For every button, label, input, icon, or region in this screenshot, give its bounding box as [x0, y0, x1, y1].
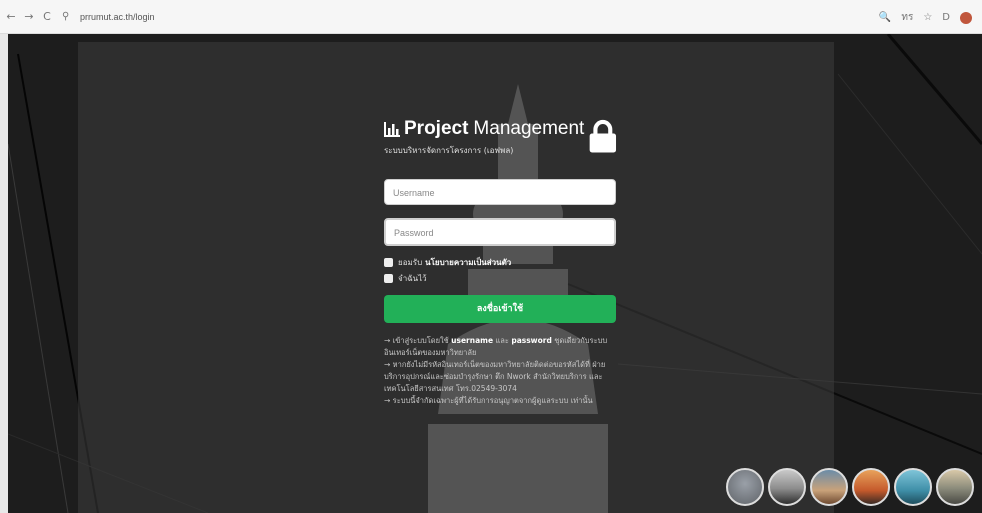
privacy-policy-link[interactable]: นโยบายความเป็นส่วนตัว [425, 256, 511, 269]
remember-me-checkbox[interactable] [384, 274, 393, 283]
address-bar[interactable]: ⚲ prrumut.ac.th/login [62, 7, 155, 27]
background-thumb-5[interactable] [894, 468, 932, 506]
background-thumb-6[interactable] [936, 468, 974, 506]
accept-policy-row: ยอมรับ นโยบายความเป็นส่วนตัว [384, 256, 618, 269]
login-notes: → เข้าสู่ระบบโดยใช้ username และ passwor… [384, 335, 620, 407]
note-1-mid: และ [495, 336, 509, 345]
star-icon[interactable]: ☆ [923, 12, 932, 23]
browser-toolbar: ← → C ⚲ prrumut.ac.th/login 🔍 ทร ☆ D [0, 0, 982, 34]
note-3: → ระบบนี้จำกัดเฉพาะผู้ที่ได้รับการอนุญาต… [384, 396, 593, 405]
login-header: Project Management ระบบบริหารจัดการโครงก… [384, 118, 618, 157]
username-input[interactable]: Username [384, 179, 616, 205]
title-rest: Management [473, 118, 585, 139]
extensions-icon[interactable]: D [942, 12, 950, 23]
login-form: Project Management ระบบบริหารจัดการโครงก… [384, 118, 618, 407]
background-thumb-1[interactable] [726, 468, 764, 506]
accept-label: ยอมรับ [398, 258, 423, 267]
title-block: Project Management ระบบบริหารจัดการโครงก… [384, 118, 584, 157]
note-1-password: password [511, 336, 552, 345]
browser-actions: 🔍 ทร ☆ D [879, 10, 972, 25]
login-page: Project Management ระบบบริหารจัดการโครงก… [8, 34, 982, 513]
note-2: → หากยังไม่มีรหัสอินเทอร์เน็ตของมหาวิทยา… [384, 360, 606, 393]
back-icon[interactable]: ← [4, 10, 18, 24]
zoom-icon[interactable]: 🔍 [879, 12, 891, 23]
profile-avatar[interactable] [960, 11, 972, 24]
background-thumb-4[interactable] [852, 468, 890, 506]
forward-icon[interactable]: → [22, 10, 36, 24]
background-thumbnails [726, 468, 974, 506]
background-thumb-3[interactable] [810, 468, 848, 506]
translate-icon[interactable]: ทร [901, 10, 913, 25]
bar-chart-icon [384, 121, 400, 137]
accept-policy-checkbox[interactable] [384, 258, 393, 267]
remember-label: จำฉันไว้ [398, 274, 427, 283]
remember-row: จำฉันไว้ [384, 272, 618, 285]
login-button[interactable]: ลงชื่อเข้าใช้ [384, 295, 616, 323]
note-1-username: username [451, 336, 494, 345]
note-1-pre: → เข้าสู่ระบบโดยใช้ [384, 336, 449, 345]
note-1: → เข้าสู่ระบบโดยใช้ username และ passwor… [384, 335, 620, 359]
title-bold: Project [404, 118, 469, 139]
password-input[interactable]: Password [384, 218, 616, 246]
background-thumb-2[interactable] [768, 468, 806, 506]
app-subtitle: ระบบบริหารจัดการโครงการ (เอฟพล) [384, 146, 514, 155]
lock-icon [589, 120, 617, 153]
url-text[interactable]: prrumut.ac.th/login [80, 12, 155, 22]
reload-icon[interactable]: C [40, 10, 54, 24]
site-info-icon[interactable]: ⚲ [62, 11, 74, 22]
app-title: Project Management [384, 118, 584, 140]
